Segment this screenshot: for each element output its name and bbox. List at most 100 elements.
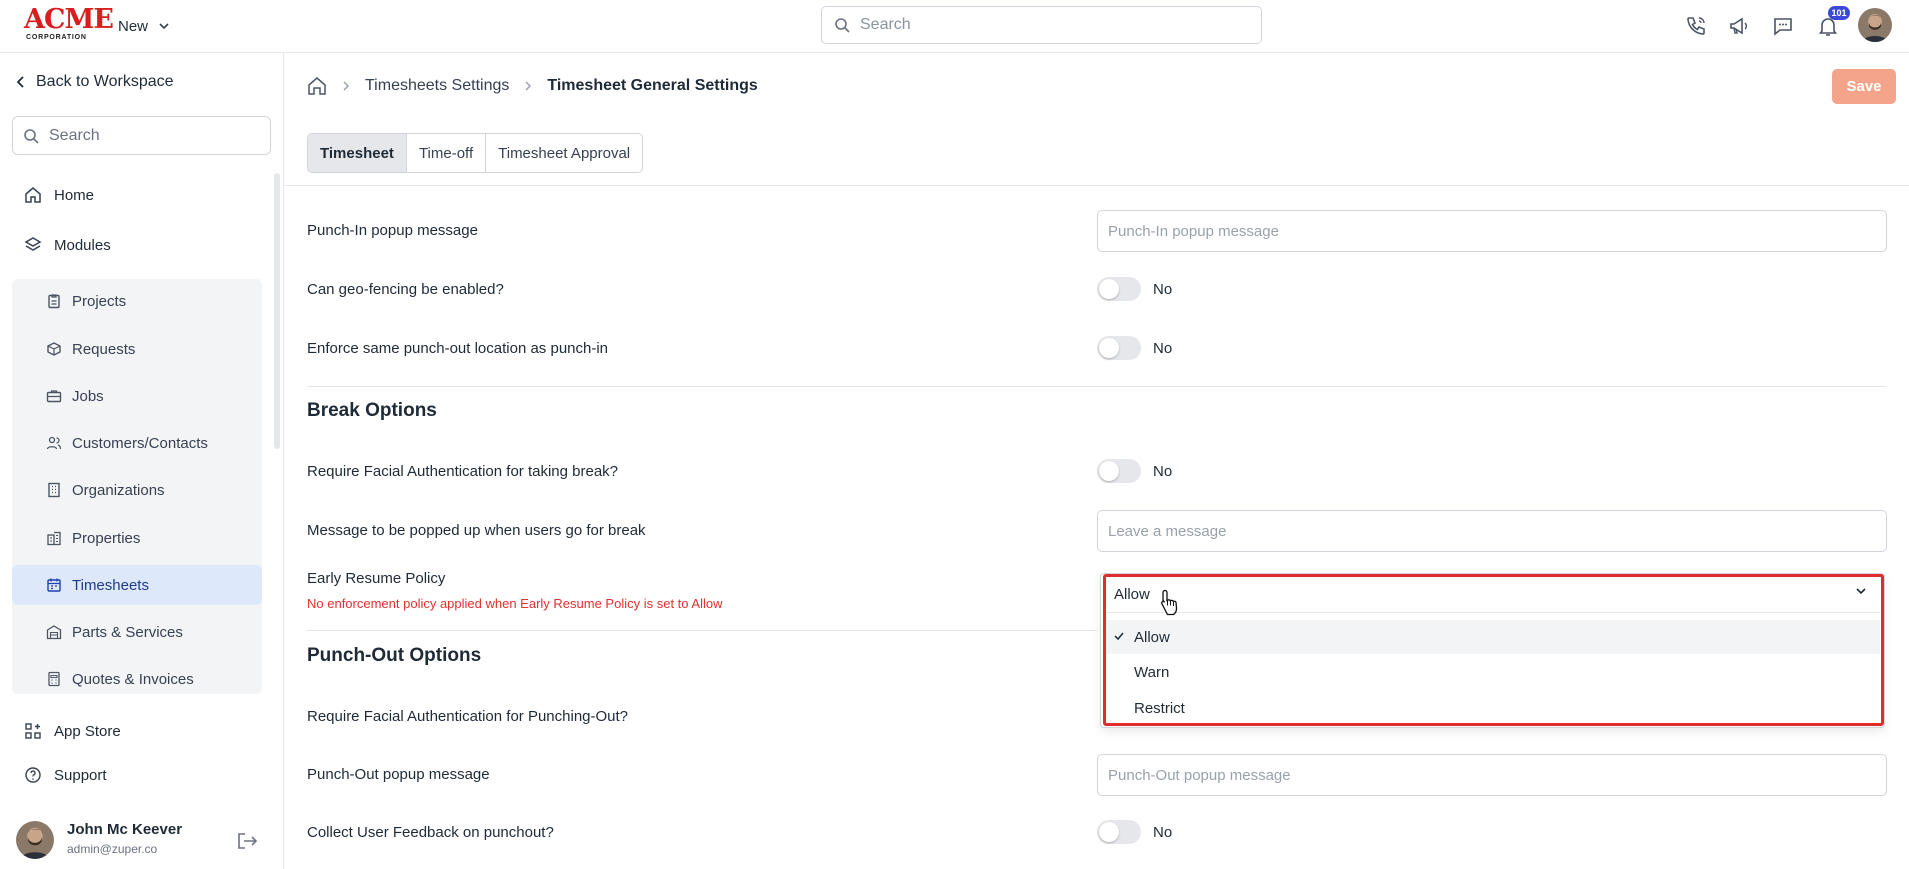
option-allow[interactable]: Allow <box>1104 620 1880 654</box>
modules-list: Projects Requests Jobs Customers/Contact… <box>12 279 262 694</box>
back-label: Back to Workspace <box>36 73 174 90</box>
tab-timesheet-approval[interactable]: Timesheet Approval <box>486 134 642 172</box>
select-value: Allow <box>1114 585 1150 603</box>
app-grid-icon <box>25 723 41 739</box>
break-facial-auth-toggle[interactable] <box>1097 459 1141 483</box>
break-message-label: Message to be popped up when users go fo… <box>307 522 646 539</box>
geo-fencing-label: Can geo-fencing be enabled? <box>307 281 504 298</box>
sidebar-item-app-store[interactable]: App Store <box>24 722 121 740</box>
divider <box>307 386 1887 387</box>
user-profile[interactable]: John Mc Keever admin@zuper.co <box>16 819 270 863</box>
sidebar-item-label: Modules <box>54 236 111 254</box>
chevron-down-icon <box>159 23 169 30</box>
divider <box>307 630 1097 631</box>
sidebar-item-properties[interactable]: Properties <box>12 518 262 558</box>
sidebar-search[interactable] <box>12 116 271 155</box>
company-logo[interactable]: ACME CORPORATION <box>24 4 114 42</box>
sidebar-item-home[interactable]: Home <box>24 186 94 204</box>
check-icon <box>1114 632 1124 641</box>
option-label: Warn <box>1134 663 1170 681</box>
toggle-value: No <box>1153 280 1173 298</box>
global-search[interactable] <box>821 6 1262 44</box>
user-feedback-toggle[interactable] <box>1097 820 1141 844</box>
sidebar-search-input[interactable] <box>49 126 249 145</box>
warehouse-icon <box>46 625 62 640</box>
search-icon <box>835 18 850 33</box>
chevron-right-icon <box>343 81 350 91</box>
punch-out-facial-auth-label: Require Facial Authentication for Punchi… <box>307 708 629 725</box>
calculator-icon <box>48 671 60 687</box>
new-menu-button[interactable]: New <box>118 14 170 38</box>
enforce-location-setting: No <box>1097 336 1172 360</box>
break-message-input[interactable] <box>1097 510 1887 552</box>
box-icon <box>47 342 61 356</box>
breadcrumb-parent[interactable]: Timesheets Settings <box>365 77 509 95</box>
sidebar: Back to Workspace Home Modules Projects … <box>0 53 284 869</box>
punch-out-popup-input[interactable] <box>1097 754 1887 796</box>
chat-icon[interactable] <box>1769 12 1797 40</box>
punch-in-popup-input[interactable] <box>1097 210 1887 252</box>
breadcrumb-current: Timesheet General Settings <box>547 77 758 94</box>
home-icon[interactable] <box>307 76 327 96</box>
early-resume-policy-select[interactable]: Allow <box>1102 577 1883 611</box>
help-circle-icon <box>25 767 41 783</box>
megaphone-icon[interactable] <box>1725 12 1753 40</box>
sidebar-item-label: Projects <box>72 292 127 310</box>
geo-fencing-setting: No <box>1097 277 1172 301</box>
phone-icon[interactable] <box>1682 12 1710 40</box>
sidebar-item-requests[interactable]: Requests <box>12 329 262 369</box>
sidebar-item-parts-services[interactable]: Parts & Services <box>12 612 262 652</box>
sidebar-item-label: Organizations <box>72 481 165 499</box>
sidebar-item-label: Timesheets <box>72 576 149 594</box>
global-search-input[interactable] <box>860 16 1240 34</box>
sidebar-item-label: Jobs <box>72 387 104 405</box>
enforce-location-label: Enforce same punch-out location as punch… <box>307 340 609 357</box>
settings-tabs: Timesheet Time-off Timesheet Approval <box>307 133 644 173</box>
early-resume-policy-note: No enforcement policy applied when Early… <box>307 596 723 611</box>
buildings-icon <box>47 531 61 546</box>
sidebar-item-support[interactable]: Support <box>24 766 107 784</box>
sidebar-item-modules[interactable]: Modules <box>24 236 111 254</box>
user-feedback-label: Collect User Feedback on punchout? <box>307 824 554 841</box>
avatar <box>16 821 54 859</box>
sidebar-item-label: Support <box>54 766 107 784</box>
save-button[interactable]: Save <box>1832 69 1896 104</box>
sidebar-item-jobs[interactable]: Jobs <box>12 376 262 416</box>
search-icon <box>24 128 39 144</box>
divider <box>1104 612 1880 613</box>
option-label: Allow <box>1134 628 1170 646</box>
logout-icon[interactable] <box>236 831 258 851</box>
user-name: John Mc Keever <box>67 821 183 838</box>
users-icon <box>46 436 62 450</box>
logo-word: ACME <box>24 4 114 35</box>
notifications-button[interactable]: 101 <box>1814 6 1850 40</box>
tab-time-off[interactable]: Time-off <box>407 134 487 172</box>
user-avatar[interactable] <box>1858 8 1892 42</box>
sidebar-item-label: Parts & Services <box>72 623 183 641</box>
divider <box>284 185 1909 186</box>
sidebar-item-projects[interactable]: Projects <box>12 281 262 321</box>
sidebar-item-label: Requests <box>72 340 136 358</box>
geo-fencing-toggle[interactable] <box>1097 277 1141 301</box>
notification-badge: 101 <box>1828 6 1850 20</box>
sidebar-scrollbar[interactable] <box>274 173 280 449</box>
building-icon <box>48 482 60 498</box>
breadcrumb: Timesheets Settings Timesheet General Se… <box>307 74 758 98</box>
chevron-left-icon <box>16 76 24 88</box>
enforce-location-toggle[interactable] <box>1097 336 1141 360</box>
calendar-icon <box>47 578 61 592</box>
option-restrict[interactable]: Restrict <box>1104 691 1880 725</box>
clipboard-icon <box>48 294 60 309</box>
sidebar-item-customers-contacts[interactable]: Customers/Contacts <box>12 423 262 463</box>
chevron-down-icon[interactable] <box>1854 584 1868 598</box>
home-icon <box>25 187 41 203</box>
sidebar-item-organizations[interactable]: Organizations <box>12 470 262 510</box>
toggle-value: No <box>1153 823 1173 841</box>
sidebar-item-label: Quotes & Invoices <box>72 670 194 688</box>
back-to-workspace-link[interactable]: Back to Workspace <box>16 73 174 91</box>
break-facial-auth-setting: No <box>1097 459 1172 483</box>
sidebar-item-quotes-invoices[interactable]: Quotes & Invoices <box>12 659 262 699</box>
option-warn[interactable]: Warn <box>1104 655 1880 689</box>
sidebar-item-timesheets[interactable]: Timesheets <box>12 565 262 605</box>
tab-timesheet[interactable]: Timesheet <box>308 134 407 172</box>
